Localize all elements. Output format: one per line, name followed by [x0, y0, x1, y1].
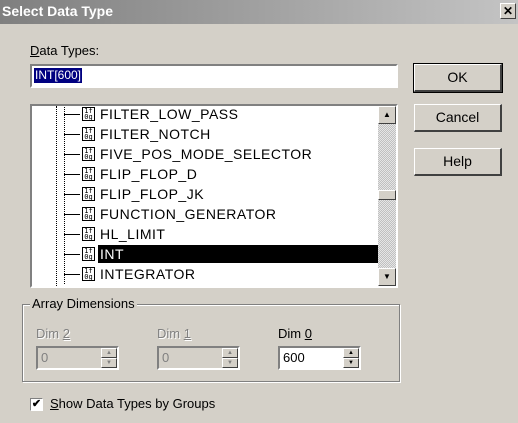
- tree-item-label: FLIP_FLOP_JK: [100, 186, 205, 202]
- cancel-button[interactable]: Cancel: [414, 104, 502, 132]
- dim-1-increment-button[interactable]: ▲: [222, 348, 238, 358]
- tree-branch-line: [64, 134, 80, 136]
- data-types-input[interactable]: INT[600]: [30, 64, 398, 88]
- data-type-icon: 1f 0g: [82, 107, 95, 121]
- tree-item[interactable]: 1f 0g FIVE_POS_MODE_SELECTOR: [32, 145, 378, 164]
- data-type-icon: 1f 0g: [82, 207, 95, 221]
- dim-0-decrement-button[interactable]: ▼: [343, 358, 359, 368]
- data-type-icon: 1f 0g: [82, 247, 95, 261]
- close-icon: ✕: [502, 4, 514, 18]
- help-button[interactable]: Help: [414, 148, 502, 176]
- data-type-icon: 1f 0g: [82, 127, 95, 141]
- spin-up-icon: ▲: [227, 350, 233, 356]
- data-type-icon: 1f 0g: [82, 227, 95, 241]
- dim-0-value: 600: [283, 350, 305, 365]
- scroll-down-button[interactable]: ▼: [378, 268, 396, 286]
- tree-item[interactable]: 1f 0g FLIP_FLOP_JK: [32, 185, 378, 204]
- dim-1-value: 0: [162, 350, 170, 365]
- tree-scrollbar[interactable]: ▲ ▼: [378, 106, 396, 286]
- show-groups-label[interactable]: Show Data Types by Groups: [50, 396, 215, 411]
- tree-item-label: FILTER_LOW_PASS: [100, 106, 239, 122]
- tree-branch-line: [64, 214, 80, 216]
- tree-branch-line: [64, 194, 80, 196]
- dim-2-spinner[interactable]: 0 ▲ ▼: [36, 346, 119, 370]
- dim-0-spinner[interactable]: 600 ▲ ▼: [278, 346, 361, 370]
- tree-item-label: FILTER_NOTCH: [100, 126, 211, 142]
- select-data-type-dialog: Select Data Type ✕ Data Types: INT[600] …: [0, 0, 518, 423]
- tree-item-label: FIVE_POS_MODE_SELECTOR: [100, 146, 313, 162]
- tree-item[interactable]: 1f 0g FUNCTION_GENERATOR: [32, 205, 378, 224]
- data-type-icon: 1f 0g: [82, 167, 95, 181]
- spin-up-icon: ▲: [348, 350, 354, 356]
- spin-down-icon: ▼: [227, 360, 233, 366]
- dim-2-increment-button[interactable]: ▲: [101, 348, 117, 358]
- data-type-icon: 1f 0g: [82, 267, 95, 281]
- dim-1-spinner[interactable]: 0 ▲ ▼: [157, 346, 240, 370]
- tree-branch-line: [64, 274, 80, 276]
- tree-item[interactable]: 1f 0g FLIP_FLOP_D: [32, 165, 378, 184]
- dialog-title: Select Data Type: [2, 3, 114, 19]
- ok-button[interactable]: OK: [413, 63, 503, 93]
- tree-item[interactable]: 1f 0g FILTER_LOW_PASS: [32, 106, 378, 124]
- checkmark-icon: ✔: [31, 398, 42, 410]
- spin-down-icon: ▼: [106, 360, 112, 366]
- tree-branch-line: [64, 254, 80, 256]
- tree-item[interactable]: 1f 0g INTEGRATOR: [32, 265, 378, 284]
- scroll-up-button[interactable]: ▲: [378, 106, 396, 124]
- title-bar[interactable]: Select Data Type ✕: [0, 0, 518, 24]
- dim-1-decrement-button[interactable]: ▼: [222, 358, 238, 368]
- tree-item-label: FUNCTION_GENERATOR: [100, 206, 277, 222]
- dim-2-label: Dim 2: [36, 326, 70, 341]
- arrow-up-icon: ▲: [383, 110, 391, 119]
- show-groups-checkbox[interactable]: ✔: [30, 398, 43, 411]
- tree-list: 1f 0g FILTER_LOW_PASS 1f 0g FILTER_NOTCH 1f 0g F…: [32, 106, 378, 286]
- data-type-icon: 1f 0g: [82, 187, 95, 201]
- tree-item[interactable]: 1f 0g FILTER_NOTCH: [32, 125, 378, 144]
- selection-highlight: [98, 245, 378, 263]
- tree-branch-line: [64, 114, 80, 116]
- tree-item[interactable]: 1f 0g INT: [32, 245, 378, 264]
- tree-branch-line: [64, 174, 80, 176]
- dim-2-decrement-button[interactable]: ▼: [101, 358, 117, 368]
- tree-item-label: INT: [100, 246, 125, 262]
- close-button[interactable]: ✕: [500, 3, 516, 19]
- tree-item-label: HL_LIMIT: [100, 226, 166, 242]
- tree-item-label: FLIP_FLOP_D: [100, 166, 198, 182]
- tree-branch-line: [64, 154, 80, 156]
- spin-down-icon: ▼: [348, 360, 354, 366]
- scroll-thumb[interactable]: [378, 190, 396, 200]
- data-type-icon: 1f 0g: [82, 147, 95, 161]
- dim-0-label: Dim 0: [278, 326, 312, 341]
- dim-1-label: Dim 1: [157, 326, 191, 341]
- array-dimensions-group: [22, 304, 400, 382]
- array-dimensions-title: Array Dimensions: [30, 296, 137, 311]
- spin-up-icon: ▲: [106, 350, 112, 356]
- tree-branch-line: [64, 234, 80, 236]
- dim-2-value: 0: [41, 350, 49, 365]
- data-types-value: INT[600]: [34, 68, 83, 83]
- data-type-tree[interactable]: 1f 0g FILTER_LOW_PASS 1f 0g FILTER_NOTCH 1f 0g F…: [30, 104, 398, 288]
- data-types-label: Data Types:: [30, 43, 100, 58]
- dim-0-increment-button[interactable]: ▲: [343, 348, 359, 358]
- arrow-down-icon: ▼: [383, 272, 391, 281]
- tree-item[interactable]: 1f 0g HL_LIMIT: [32, 225, 378, 244]
- tree-item-label: INTEGRATOR: [100, 266, 196, 282]
